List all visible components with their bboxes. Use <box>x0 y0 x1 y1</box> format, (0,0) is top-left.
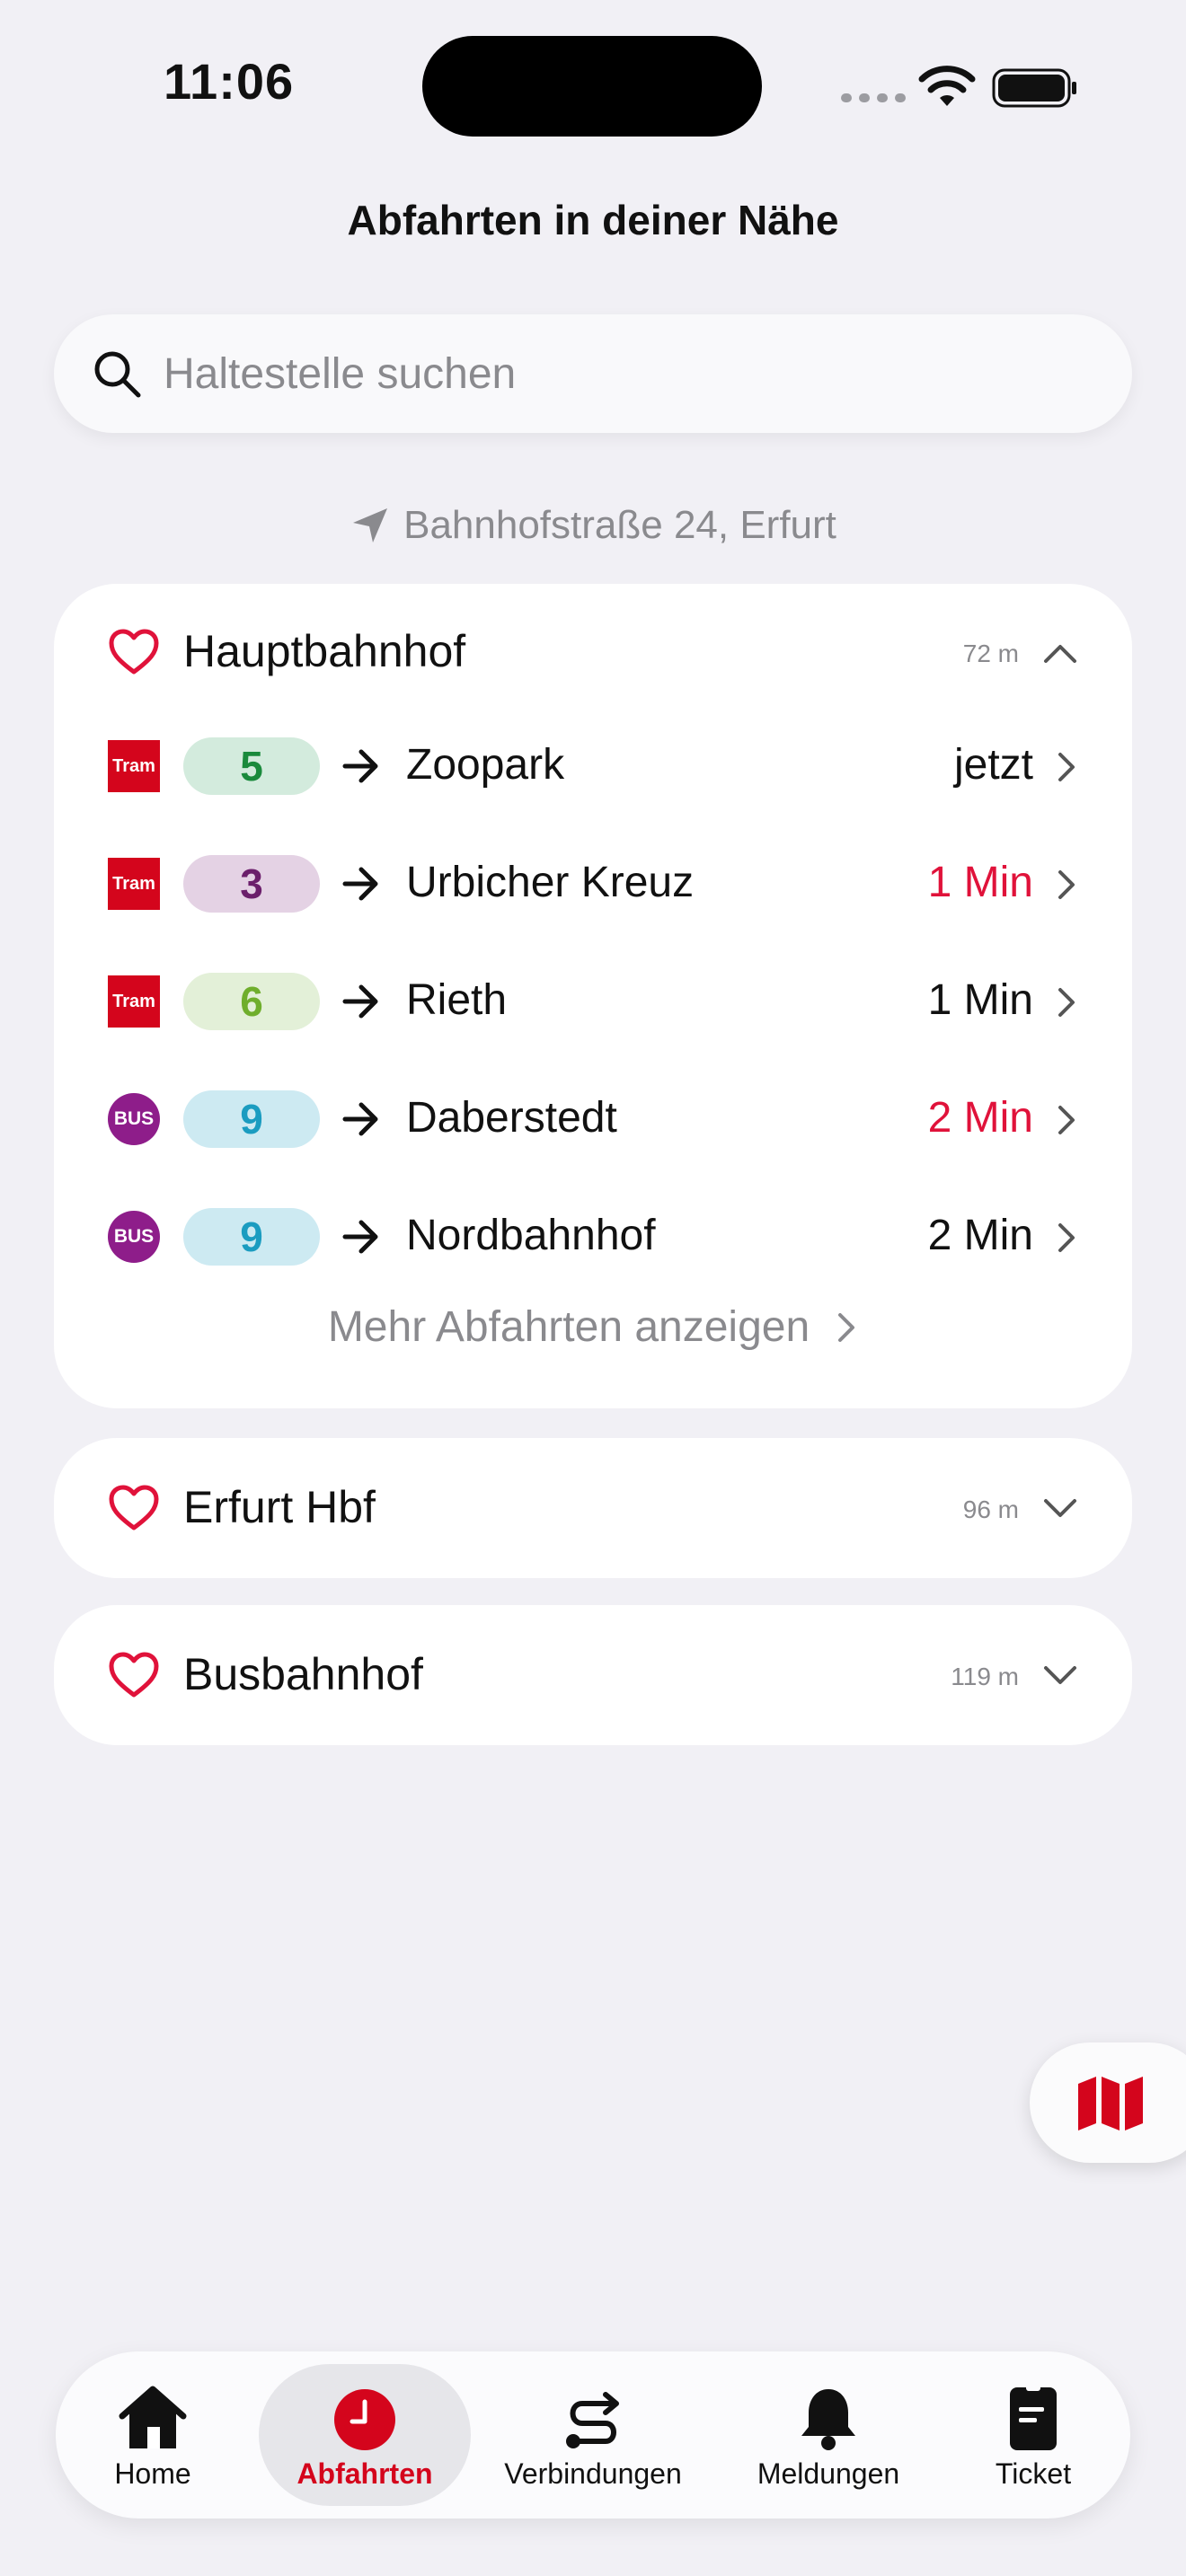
tab-bar: Home Abfahrten Verbindungen Meldungen Ti… <box>56 2351 1130 2519</box>
line-badge: 5 <box>183 737 320 795</box>
route-icon <box>566 2392 619 2448</box>
clock-icon <box>334 2389 395 2450</box>
heart-icon[interactable] <box>108 1652 160 1698</box>
status-bar: 11:06 <box>0 0 1186 171</box>
chevron-down-icon[interactable] <box>1042 1490 1078 1526</box>
departure-time: 2 Min <box>927 1212 1033 1259</box>
current-location[interactable]: Bahnhofstraße 24, Erfurt <box>0 503 1186 548</box>
map-button[interactable] <box>1030 2042 1186 2163</box>
home-icon <box>119 2386 187 2448</box>
chevron-right-icon <box>1058 1223 1075 1252</box>
stop-distance: 96 m <box>962 1495 1019 1523</box>
arrow-right-icon <box>342 1220 378 1254</box>
tab-label: Home <box>114 2457 191 2490</box>
chevron-right-icon <box>1058 988 1075 1017</box>
arrow-right-icon <box>342 867 378 901</box>
stop-card-header[interactable]: Hauptbahnhof 72 m <box>54 584 1132 722</box>
departure-row[interactable]: BUS 9 Daberstedt 2 Min <box>54 1070 1132 1169</box>
tram-icon: Tram <box>108 740 160 792</box>
stop-card-erfurt-hbf[interactable]: Erfurt Hbf 96 m <box>54 1438 1132 1578</box>
tram-icon: Tram <box>108 975 160 1028</box>
search-input[interactable] <box>162 336 1096 411</box>
stop-name: Hauptbahnhof <box>183 626 466 676</box>
heart-icon[interactable] <box>108 629 160 675</box>
more-departures-button[interactable]: Mehr Abfahrten anzeigen <box>54 1302 1132 1352</box>
destination: Zoopark <box>406 741 565 789</box>
tram-icon: Tram <box>108 858 160 910</box>
tab-home[interactable]: Home <box>74 2364 232 2506</box>
departure-row[interactable]: Tram 3 Urbicher Kreuz 1 Min <box>54 834 1132 933</box>
map-icon <box>1078 2077 1143 2130</box>
arrow-right-icon <box>342 984 378 1019</box>
ticket-icon <box>1010 2384 1057 2450</box>
departure-row[interactable]: BUS 9 Nordbahnhof 2 Min <box>54 1187 1132 1286</box>
stop-name: Erfurt Hbf <box>183 1482 376 1532</box>
bus-icon: BUS <box>108 1211 160 1263</box>
page-title: Abfahrten in deiner Nähe <box>347 197 839 243</box>
bus-icon: BUS <box>108 1093 160 1145</box>
stop-card-busbahnhof[interactable]: Busbahnhof 119 m <box>54 1605 1132 1745</box>
cellular-signal-icon <box>841 93 906 102</box>
tab-ticket[interactable]: Ticket <box>954 2364 1112 2506</box>
stop-distance: 72 m <box>962 640 1019 667</box>
stop-card-hauptbahnhof: Hauptbahnhof 72 m Tram 5 Zoopark jetzt T… <box>54 584 1132 1408</box>
tab-label: Verbindungen <box>504 2457 682 2490</box>
tab-verbindungen[interactable]: Verbindungen <box>487 2364 699 2506</box>
departure-time: jetzt <box>953 741 1033 789</box>
location-address: Bahnhofstraße 24, Erfurt <box>403 503 836 547</box>
tab-label: Meldungen <box>757 2457 900 2490</box>
departure-row[interactable]: Tram 5 Zoopark jetzt <box>54 717 1132 816</box>
departure-row[interactable]: Tram 6 Rieth 1 Min <box>54 952 1132 1051</box>
more-departures-label: Mehr Abfahrten anzeigen <box>327 1303 810 1351</box>
tab-abfahrten[interactable]: Abfahrten <box>259 2364 471 2506</box>
line-badge: 9 <box>183 1090 320 1148</box>
chevron-right-icon <box>1058 1106 1075 1134</box>
status-time: 11:06 <box>164 53 295 110</box>
heart-icon[interactable] <box>108 1485 160 1531</box>
chevron-right-icon <box>1058 870 1075 899</box>
stop-name: Busbahnhof <box>183 1649 423 1699</box>
destination: Daberstedt <box>406 1094 617 1142</box>
arrow-right-icon <box>342 1102 378 1136</box>
chevron-up-icon[interactable] <box>1042 636 1078 672</box>
chevron-right-icon <box>1058 753 1075 781</box>
arrow-right-icon <box>342 749 378 783</box>
search-bar[interactable] <box>54 314 1132 433</box>
battery-icon <box>992 68 1076 108</box>
line-badge: 3 <box>183 855 320 913</box>
bell-icon <box>801 2389 855 2450</box>
chevron-right-icon <box>838 1312 855 1342</box>
destination: Urbicher Kreuz <box>406 859 695 906</box>
destination: Nordbahnhof <box>406 1212 656 1259</box>
departure-time: 1 Min <box>927 859 1033 906</box>
departure-time: 2 Min <box>927 1094 1033 1142</box>
tab-label: Ticket <box>995 2457 1072 2490</box>
departure-time: 1 Min <box>927 976 1033 1024</box>
location-arrow-icon <box>353 508 388 543</box>
stop-card-header[interactable]: Busbahnhof 119 m <box>54 1605 1132 1743</box>
stop-card-header[interactable]: Erfurt Hbf 96 m <box>54 1438 1132 1576</box>
destination: Rieth <box>406 976 508 1024</box>
wifi-icon <box>918 66 976 106</box>
tab-meldungen[interactable]: Meldungen <box>730 2364 927 2506</box>
line-badge: 9 <box>183 1208 320 1266</box>
chevron-down-icon[interactable] <box>1042 1657 1078 1693</box>
search-icon <box>94 351 141 398</box>
dynamic-island <box>422 36 762 137</box>
stop-distance: 119 m <box>951 1663 1019 1690</box>
tab-label: Abfahrten <box>296 2457 433 2490</box>
line-badge: 6 <box>183 973 320 1030</box>
